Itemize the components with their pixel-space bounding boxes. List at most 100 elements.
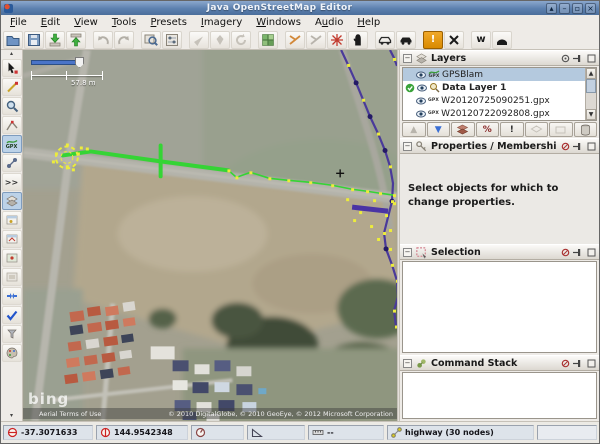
properties-collapse-button[interactable]: − [403,142,412,151]
relations-panel-toggle[interactable] [2,230,22,248]
preferences-button[interactable] [162,31,182,49]
properties-panel: − Properties / Memberships Select object… [400,138,599,244]
validator-panel-toggle[interactable] [2,306,22,324]
menu-windows[interactable]: Windows [249,16,308,29]
redo-button[interactable] [114,31,134,49]
duplicate-layer-button[interactable] [525,122,549,137]
command-stack-sticky-button[interactable] [573,358,583,368]
split-way-button[interactable] [327,31,347,49]
move-layer-up-button[interactable]: ▲ [402,122,426,137]
command-stack-dock-button[interactable] [560,358,570,368]
menu-audio[interactable]: Audio [308,16,350,29]
layers-panel-toggle[interactable] [2,192,22,210]
undo-button[interactable] [93,31,113,49]
select-tool-button[interactable] [2,59,22,77]
parking-dark-button[interactable] [396,31,416,49]
visibility-eye-icon[interactable] [417,84,427,92]
shade-window-button[interactable]: ▴ [546,3,557,14]
conflict-panel-toggle[interactable] [2,287,22,305]
download-button[interactable] [45,31,65,49]
scroll-thumb[interactable] [586,79,596,93]
way-icon [391,427,402,438]
collapse-toolbar-bottom-button[interactable]: ▾ [3,413,21,420]
extrude-tool-button[interactable] [2,154,22,172]
new-layer-button[interactable] [549,122,573,137]
hand-button[interactable] [348,31,368,49]
improve-accuracy-tool-button[interactable] [2,116,22,134]
maximize-window-button[interactable]: ▫ [572,3,583,14]
titlebar[interactable]: Java OpenStreetMap Editor ▴ – ▫ × [1,1,599,15]
imagery-panel-toggle[interactable] [2,268,22,286]
car-dark-icon [398,32,414,48]
selection-list[interactable] [402,261,597,353]
attribution-terms-link[interactable]: Aerial Terms of Use [39,410,101,418]
imagery-button[interactable] [258,31,278,49]
layer-row-gpsblam[interactable]: GPX GPSBlam [403,68,585,81]
scroll-up-button[interactable]: ▲ [586,68,596,79]
layers-dock-button[interactable] [560,53,570,63]
visibility-eye-icon[interactable] [416,71,426,79]
delete-layer-button[interactable] [574,122,598,137]
layers-sticky-button[interactable] [573,53,583,63]
collapse-toolbar-top-button[interactable]: ▴ [3,51,21,58]
mappaint-panel-toggle[interactable] [2,344,22,362]
gpsblam-tool-button[interactable]: GPX [2,135,22,153]
parking-button[interactable] [375,31,395,49]
visibility-eye-icon[interactable] [416,97,426,105]
menu-imagery[interactable]: Imagery [194,16,249,29]
command-stack-close-button[interactable] [586,358,596,368]
selection-collapse-button[interactable]: − [403,248,412,257]
selection-sticky-button[interactable] [573,247,583,257]
draw-node-tool-button[interactable] [2,78,22,96]
close-window-button[interactable]: × [585,3,596,14]
selection-dock-button[interactable] [560,247,570,257]
mappaint-style-button[interactable] [492,31,512,49]
refresh-button-disabled[interactable] [231,31,251,49]
layers-close-button[interactable] [586,53,596,63]
menu-view[interactable]: View [67,16,105,29]
menu-presets[interactable]: Presets [144,16,194,29]
minimize-window-button[interactable]: – [559,3,570,14]
filter-funnel-icon [5,327,19,341]
properties-close-button[interactable] [586,141,596,151]
filter-panel-toggle[interactable] [2,325,22,343]
layer-row-gpx-file-2[interactable]: GPX W20120722092808.gpx [403,107,585,120]
upload-button[interactable] [66,31,86,49]
selection-close-button[interactable] [586,247,596,257]
minimap-toggle[interactable] [2,249,22,267]
save-button[interactable] [24,31,44,49]
combine-way-button[interactable] [285,31,305,49]
layers-collapse-button[interactable]: − [403,54,412,63]
merge-layer-button[interactable] [451,122,475,137]
layer-warning-button[interactable]: ! [500,122,524,137]
export-button-disabled[interactable] [210,31,230,49]
command-stack-collapse-button[interactable]: − [403,359,412,368]
layer-row-gpx-file-1[interactable]: GPX W20120725090251.gpx [403,94,585,107]
tags-panel-toggle[interactable] [2,211,22,229]
java-app-icon [4,4,13,13]
menu-edit[interactable]: Edit [34,16,67,29]
properties-sticky-button[interactable] [573,141,583,151]
visibility-eye-icon[interactable] [416,110,426,118]
move-layer-down-button[interactable]: ▼ [427,122,451,137]
wms-button-disabled[interactable] [189,31,209,49]
merge-nodes-button[interactable] [306,31,326,49]
validator-warning-button[interactable]: ! [423,31,443,49]
scroll-down-button[interactable]: ▼ [586,109,596,120]
menu-file[interactable]: File [3,16,34,29]
properties-dock-button[interactable] [560,141,570,151]
more-tools-button[interactable]: >> [2,173,22,191]
zoom-tool-button[interactable] [2,97,22,115]
zoom-to-selection-button[interactable] [141,31,161,49]
layer-row-data-layer-1[interactable]: Data Layer 1 [403,81,585,94]
menu-tools[interactable]: Tools [105,16,144,29]
menu-help[interactable]: Help [350,16,387,29]
command-stack-list[interactable] [402,372,597,419]
map-view[interactable]: 57.8 m bing Aerial Terms of Use © 2010 D… [23,50,397,421]
layers-scrollbar[interactable]: ▲ ▼ [585,68,596,120]
delete-button[interactable] [444,31,464,49]
zoom-slider[interactable] [31,60,81,65]
wireframe-style-button[interactable]: w [471,31,491,49]
layer-opacity-button[interactable]: % [476,122,500,137]
open-button[interactable] [3,31,23,49]
